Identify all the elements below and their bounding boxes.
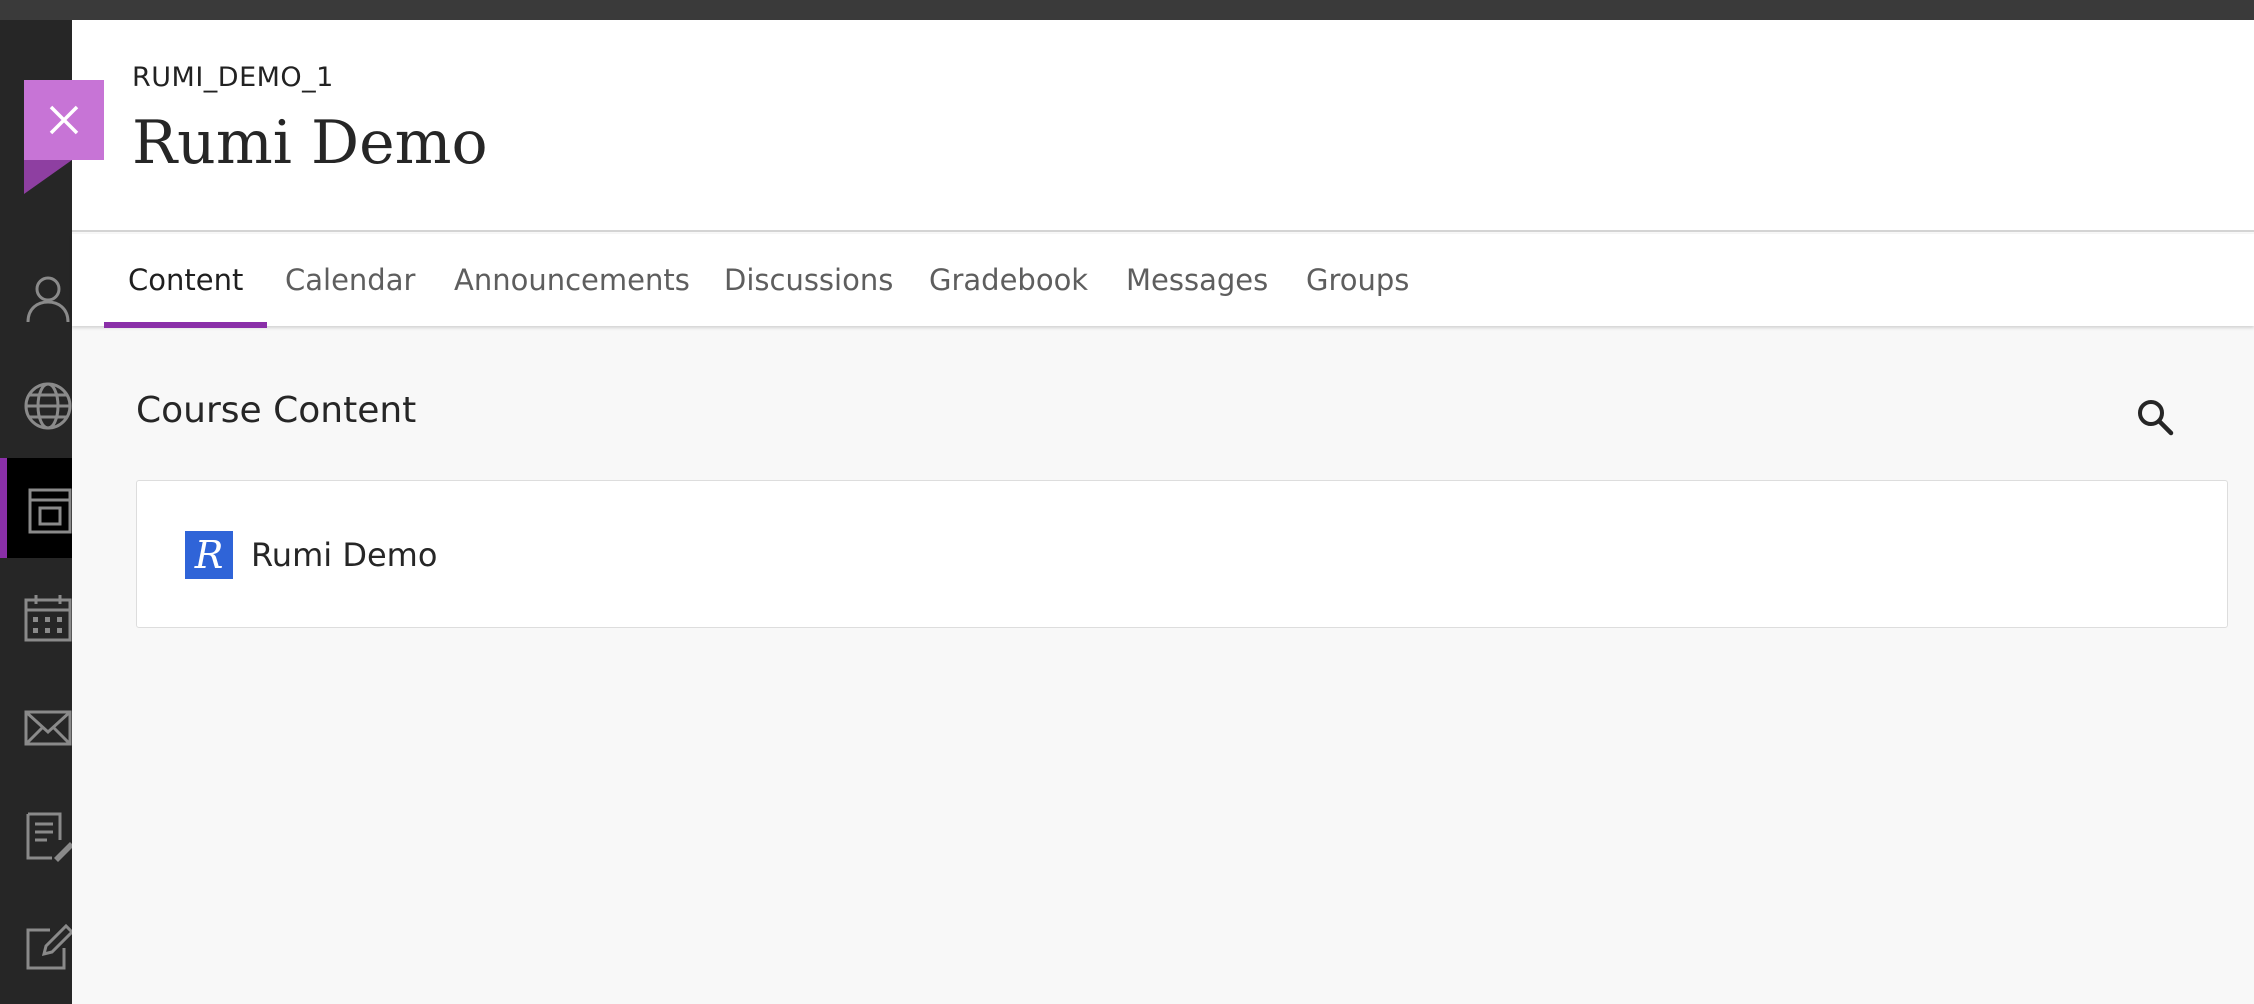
tab-announcements[interactable]: Announcements	[454, 234, 690, 326]
section-title: Course Content	[136, 390, 417, 431]
close-tab-fold	[24, 160, 72, 194]
calendar-icon	[24, 595, 72, 642]
search-button[interactable]	[2134, 396, 2176, 438]
globe-icon	[24, 382, 72, 430]
course-title: Rumi Demo	[132, 108, 488, 178]
course-header: RUMI_DEMO_1 Rumi Demo	[24, 20, 2254, 232]
nav-item-grades[interactable]	[0, 784, 72, 884]
close-icon	[49, 105, 79, 135]
tab-content[interactable]: Content	[103, 234, 268, 328]
close-course-button[interactable]	[24, 80, 104, 160]
tab-discussions[interactable]: Discussions	[724, 234, 893, 326]
profile-icon	[26, 276, 70, 323]
course-panel: RUMI_DEMO_1 Rumi Demo Content Calendar A…	[24, 20, 2254, 1004]
content-item-title[interactable]: Rumi Demo	[251, 531, 437, 579]
course-code: RUMI_DEMO_1	[132, 62, 334, 93]
top-bar	[0, 0, 2254, 20]
grades-icon	[26, 812, 72, 862]
course-tabs: Content Calendar Announcements Discussio…	[72, 234, 2254, 328]
nav-item-tools[interactable]	[0, 896, 72, 996]
tab-calendar[interactable]: Calendar	[285, 234, 415, 326]
nav-item-messages[interactable]	[0, 676, 72, 776]
edit-icon	[26, 923, 72, 970]
search-icon	[2138, 400, 2174, 436]
tab-gradebook[interactable]: Gradebook	[929, 234, 1088, 326]
tab-groups[interactable]: Groups	[1306, 234, 1409, 326]
rumi-logo-icon: R	[185, 531, 233, 579]
courses-icon	[28, 488, 72, 534]
nav-item-institution[interactable]	[0, 354, 72, 454]
nav-item-courses[interactable]	[0, 458, 72, 558]
messages-icon	[24, 710, 72, 746]
tab-messages[interactable]: Messages	[1126, 234, 1268, 326]
nav-item-profile[interactable]	[0, 246, 72, 346]
content-item[interactable]: R Rumi Demo	[136, 480, 2228, 628]
nav-item-calendar[interactable]	[0, 566, 72, 666]
